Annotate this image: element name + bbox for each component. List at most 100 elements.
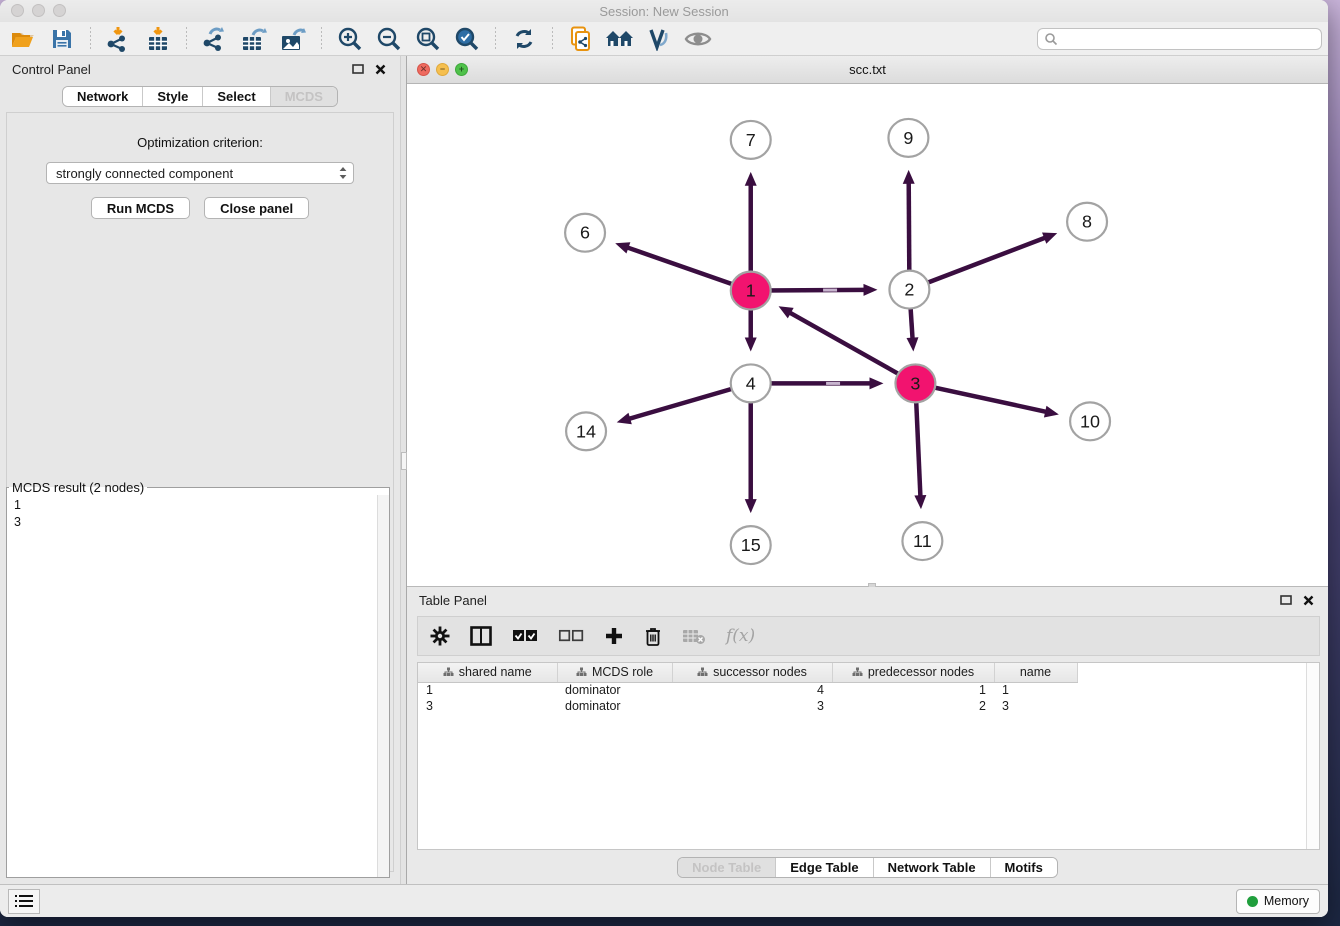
network-view-titlebar[interactable]: ✕ − + scc.txt: [407, 56, 1328, 84]
mcds-result-item[interactable]: 3: [14, 514, 389, 531]
zoom-in-icon[interactable]: [335, 25, 365, 53]
table-settings-gear-icon[interactable]: [430, 626, 450, 646]
panel-splitter[interactable]: [400, 56, 407, 884]
toolbar-separator: [321, 27, 322, 51]
copy-network-view-icon[interactable]: [566, 25, 596, 53]
graph-node-label: 11: [913, 531, 932, 551]
column-header-successor-nodes[interactable]: successor nodes: [672, 663, 832, 682]
mcds-result-item[interactable]: 1: [14, 497, 389, 514]
table-cell[interactable]: 1: [418, 682, 557, 698]
run-mcds-button[interactable]: Run MCDS: [91, 197, 190, 219]
tab-network[interactable]: Network: [63, 87, 142, 106]
node-table-body: 1dominator4113dominator323: [418, 682, 1077, 714]
criterion-dropdown[interactable]: strongly connected component: [46, 162, 354, 184]
column-header-predecessor-nodes[interactable]: predecessor nodes: [832, 663, 994, 682]
import-network-icon[interactable]: [104, 25, 134, 53]
network-maximize-button[interactable]: +: [455, 63, 468, 76]
table-row[interactable]: 1dominator411: [418, 682, 1077, 698]
function-builder-icon[interactable]: f(x): [726, 626, 755, 646]
graph-node-label: 14: [576, 421, 596, 441]
column-header-name[interactable]: name: [994, 663, 1077, 682]
delete-table-icon[interactable]: [682, 627, 706, 645]
close-window-button[interactable]: [11, 4, 24, 17]
main-toolbar: [0, 22, 1328, 56]
tab-select[interactable]: Select: [202, 87, 269, 106]
task-history-button[interactable]: [8, 889, 40, 914]
delete-column-icon[interactable]: [644, 626, 662, 647]
tab-network-table[interactable]: Network Table: [873, 858, 990, 877]
tab-node-table[interactable]: Node Table: [678, 858, 775, 877]
edge-arrowhead-icon: [863, 284, 877, 296]
column-header-mcds-role[interactable]: MCDS role: [557, 663, 672, 682]
vizmapper-icon[interactable]: [644, 25, 674, 53]
column-header-shared-name[interactable]: shared name: [418, 663, 557, 682]
home-layout-icon[interactable]: [605, 25, 635, 53]
table-cell[interactable]: dominator: [557, 682, 672, 698]
graph-edge-2-8[interactable]: [909, 237, 1046, 289]
close-panel-button[interactable]: Close panel: [204, 197, 309, 219]
table-cell[interactable]: dominator: [557, 698, 672, 714]
zoom-fit-icon[interactable]: [413, 25, 443, 53]
table-cell[interactable]: 2: [832, 698, 994, 714]
edge-arrowhead-icon: [745, 337, 757, 351]
add-column-icon[interactable]: [604, 626, 624, 646]
table-row[interactable]: 3dominator323: [418, 698, 1077, 714]
export-table-icon[interactable]: [239, 25, 269, 53]
graph-edge-3-1[interactable]: [789, 312, 915, 383]
table-cell[interactable]: 4: [672, 682, 832, 698]
close-panel-icon[interactable]: [372, 62, 388, 76]
tab-mcds[interactable]: MCDS: [270, 87, 337, 106]
open-session-icon[interactable]: [8, 25, 38, 53]
table-toolbar: f(x): [417, 616, 1320, 656]
toggle-column-panel-icon[interactable]: [470, 626, 492, 646]
result-scrollbar[interactable]: [377, 495, 389, 877]
table-cell[interactable]: 3: [418, 698, 557, 714]
maximize-window-button[interactable]: [53, 4, 66, 17]
tab-motifs[interactable]: Motifs: [990, 858, 1057, 877]
mcds-result-box: MCDS result (2 nodes) 13: [6, 480, 390, 878]
edge-arrowhead-icon: [907, 337, 919, 351]
window-controls[interactable]: [11, 4, 66, 17]
table-scrollbar[interactable]: [1306, 663, 1319, 849]
graph-node-label: 6: [580, 223, 590, 243]
table-header-row[interactable]: shared name MCDS role successor nodes pr…: [418, 663, 1077, 682]
export-network-icon[interactable]: [200, 25, 230, 53]
close-table-panel-icon[interactable]: [1300, 593, 1316, 607]
status-bar: Memory: [0, 884, 1328, 917]
zoom-selected-icon[interactable]: [452, 25, 482, 53]
float-table-panel-icon[interactable]: [1278, 593, 1294, 607]
network-canvas[interactable]: 7968124314101511: [407, 84, 1328, 586]
search-input[interactable]: [1062, 32, 1315, 46]
search-box[interactable]: [1037, 28, 1322, 50]
zoom-out-icon[interactable]: [374, 25, 404, 53]
criterion-dropdown-value: strongly connected component: [56, 166, 337, 181]
table-cell[interactable]: 1: [994, 682, 1077, 698]
control-panel-title: Control Panel: [12, 62, 91, 77]
dropdown-stepper-icon: [337, 165, 349, 181]
minimize-window-button[interactable]: [32, 4, 45, 17]
unselect-all-columns-icon[interactable]: [558, 629, 584, 643]
memory-button[interactable]: Memory: [1236, 889, 1320, 914]
table-cell[interactable]: 1: [832, 682, 994, 698]
tab-edge-table[interactable]: Edge Table: [775, 858, 872, 877]
table-cell[interactable]: 3: [672, 698, 832, 714]
export-image-icon[interactable]: [278, 25, 308, 53]
select-all-columns-icon[interactable]: [512, 629, 538, 643]
network-minimize-button[interactable]: −: [436, 63, 449, 76]
edge-label-mark: [823, 289, 837, 292]
toolbar-separator: [552, 27, 553, 51]
control-panel: Control Panel Network Style Select MCDS: [0, 56, 400, 884]
edge-arrowhead-icon: [615, 242, 630, 253]
import-table-icon[interactable]: [143, 25, 173, 53]
show-hide-graphics-icon[interactable]: [683, 25, 713, 53]
graph-node-label: 2: [904, 280, 914, 300]
graph-node-label: 4: [746, 373, 756, 393]
tab-style[interactable]: Style: [142, 87, 202, 106]
refresh-network-icon[interactable]: [509, 25, 539, 53]
edge-arrowhead-icon: [914, 495, 926, 509]
network-close-button[interactable]: ✕: [417, 63, 430, 76]
mcds-result-list[interactable]: 13: [7, 495, 389, 531]
float-panel-icon[interactable]: [350, 62, 366, 76]
save-session-icon[interactable]: [47, 25, 77, 53]
table-cell[interactable]: 3: [994, 698, 1077, 714]
